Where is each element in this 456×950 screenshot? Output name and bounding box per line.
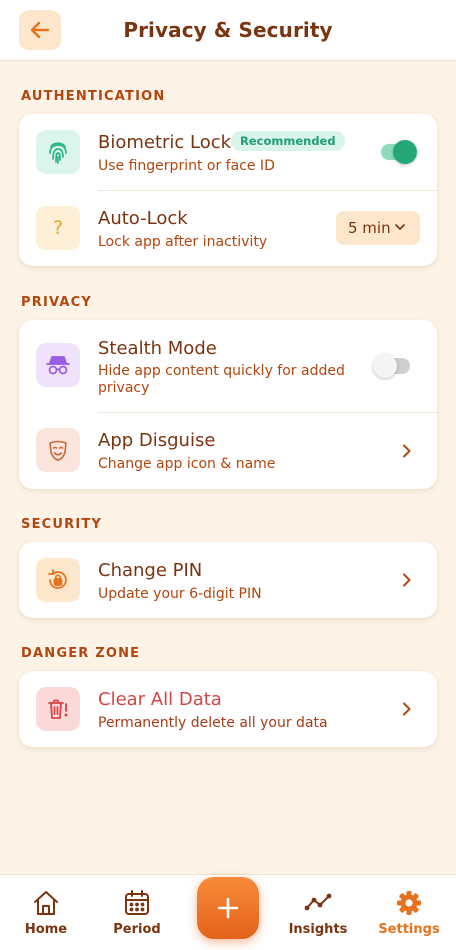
stealth-mode-row[interactable]: Stealth Mode Hide app content quickly fo… xyxy=(19,320,437,412)
toggle-knob xyxy=(393,140,417,164)
recommended-badge: Recommended xyxy=(231,131,345,151)
biometric-lock-row[interactable]: Biometric Lock Recommended Use fingerpri… xyxy=(19,114,437,190)
toggle-knob xyxy=(373,354,397,378)
chevron-down-icon xyxy=(395,224,405,230)
change-pin-title: Change PIN xyxy=(98,560,203,581)
nav-settings[interactable]: Settings xyxy=(374,875,444,950)
trend-line-icon xyxy=(304,893,332,911)
danger-zone-card: Clear All Data Permanently delete all yo… xyxy=(19,671,437,747)
calendar-icon xyxy=(125,890,149,915)
section-label-security: SECURITY xyxy=(21,517,103,532)
stealth-mode-subtitle-line1: Hide app content quickly for added xyxy=(98,363,345,379)
auto-lock-duration-select[interactable]: 5 min xyxy=(336,211,420,245)
app-disguise-title: App Disguise xyxy=(98,430,216,451)
question-mark-icon: ? xyxy=(36,206,80,250)
app-disguise-subtitle: Change app icon & name xyxy=(98,456,276,472)
change-pin-subtitle: Update your 6-digit PIN xyxy=(98,586,262,602)
section-label-authentication: AUTHENTICATION xyxy=(21,89,166,104)
stealth-mode-title: Stealth Mode xyxy=(98,338,217,359)
nav-period-label: Period xyxy=(113,922,161,937)
home-icon xyxy=(34,891,58,915)
chevron-right-icon xyxy=(403,444,411,458)
authentication-card: Biometric Lock Recommended Use fingerpri… xyxy=(19,114,437,266)
clear-all-data-row[interactable]: Clear All Data Permanently delete all yo… xyxy=(19,671,437,747)
change-pin-row[interactable]: Change PIN Update your 6-digit PIN xyxy=(19,542,437,618)
biometric-lock-subtitle: Use fingerprint or face ID xyxy=(98,158,275,174)
lock-rotate-icon xyxy=(36,558,80,602)
auto-lock-duration-value: 5 min xyxy=(348,219,391,237)
security-card: Change PIN Update your 6-digit PIN xyxy=(19,542,437,618)
gear-icon xyxy=(397,891,421,915)
nav-home-label: Home xyxy=(24,922,68,937)
trash-alert-icon xyxy=(36,687,80,731)
nav-period[interactable]: Period xyxy=(102,875,172,950)
auto-lock-title: Auto-Lock xyxy=(98,208,188,229)
app-disguise-row[interactable]: App Disguise Change app icon & name xyxy=(19,412,437,489)
plus-icon xyxy=(217,897,239,919)
biometric-lock-title: Biometric Lock xyxy=(98,132,232,153)
nav-insights[interactable]: Insights xyxy=(283,875,353,950)
privacy-card: Stealth Mode Hide app content quickly fo… xyxy=(19,320,437,489)
theater-mask-icon xyxy=(36,428,80,472)
chevron-right-icon xyxy=(403,573,411,587)
incognito-icon xyxy=(36,343,80,387)
section-label-privacy: PRIVACY xyxy=(21,295,92,310)
section-label-danger-zone: DANGER ZONE xyxy=(21,646,141,661)
stealth-mode-subtitle-line2: privacy xyxy=(98,380,150,396)
app-header: Privacy & Security xyxy=(0,0,456,61)
auto-lock-row[interactable]: ? Auto-Lock Lock app after inactivity 5 … xyxy=(19,190,437,266)
biometric-toggle[interactable] xyxy=(381,140,417,164)
page-title: Privacy & Security xyxy=(123,18,333,42)
chevron-right-icon xyxy=(403,702,411,716)
stealth-toggle[interactable] xyxy=(373,354,410,378)
clear-all-data-title: Clear All Data xyxy=(98,689,222,710)
fingerprint-icon xyxy=(36,130,80,174)
nav-insights-label: Insights xyxy=(288,922,348,937)
clear-all-data-subtitle: Permanently delete all your data xyxy=(98,715,328,731)
nav-home[interactable]: Home xyxy=(11,875,81,950)
nav-settings-label: Settings xyxy=(378,922,440,937)
add-button[interactable] xyxy=(197,877,259,939)
auto-lock-subtitle: Lock app after inactivity xyxy=(98,234,268,250)
